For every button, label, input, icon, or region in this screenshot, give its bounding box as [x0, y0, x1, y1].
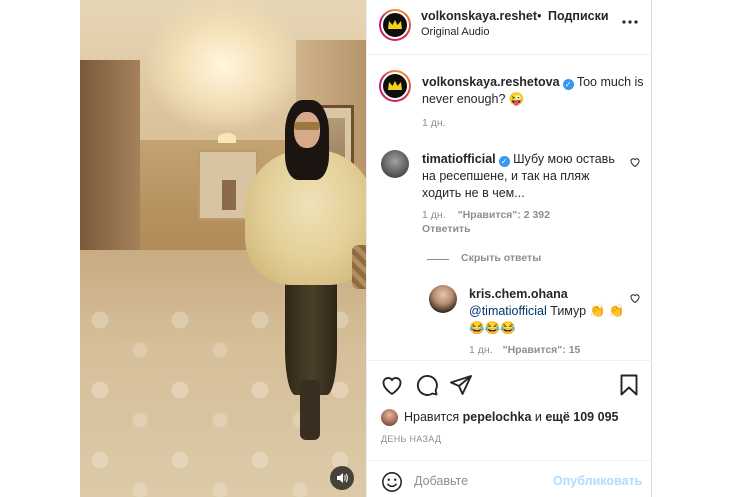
following-button[interactable]: Подписки	[548, 9, 609, 23]
likes-row: Нравится pepelochka и ещё 109 095	[381, 408, 618, 426]
liker-username[interactable]: pepelochka	[463, 410, 532, 424]
add-comment-bar: Опубликовать	[367, 460, 652, 497]
sound-toggle-button[interactable]	[330, 466, 354, 490]
replies-divider	[427, 259, 449, 260]
reply-meta: 1 дн. "Нравится": 15	[469, 344, 590, 356]
video-door	[222, 180, 236, 210]
page-right-margin	[652, 0, 730, 497]
comment-username[interactable]: timatiofficial	[422, 152, 496, 166]
save-icon[interactable]	[617, 373, 641, 397]
comment-likes[interactable]: "Нравится": 2 392	[458, 209, 550, 221]
likes-middle: и	[531, 410, 546, 424]
comment: timatiofficial ✓ Шубу мою оставь на ресеп…	[422, 151, 622, 202]
heart-icon[interactable]	[629, 292, 641, 304]
comments-section[interactable]: volkonskaya.reshetova ✓ Too much is never…	[367, 56, 652, 360]
likes-text[interactable]: Нравится pepelochka и ещё 109 095	[404, 410, 618, 424]
comment-meta: 1 дн. "Нравится": 2 392	[422, 209, 562, 221]
header-username[interactable]: volkonskaya.reshetova	[421, 9, 537, 23]
reply-time[interactable]: 1 дн.	[469, 344, 493, 356]
caption-username[interactable]: volkonskaya.reshetova	[422, 75, 560, 89]
author-avatar[interactable]	[379, 9, 411, 41]
liker-avatar[interactable]	[381, 408, 398, 426]
header-separator: •	[537, 8, 542, 23]
video-wall-left	[80, 60, 140, 270]
more-icon	[622, 20, 638, 24]
reply-username[interactable]: kris.chem.ohana	[469, 287, 568, 301]
reply-comment: kris.chem.ohana @timatiofficial Тимур 👏 …	[469, 286, 629, 337]
reply-likes[interactable]: "Нравится": 15	[503, 344, 581, 356]
verified-icon: ✓	[498, 156, 510, 167]
action-bar	[367, 360, 652, 410]
heart-icon[interactable]	[629, 156, 641, 168]
video-figure-glasses	[294, 122, 320, 130]
video-player[interactable]	[80, 0, 366, 497]
audio-link[interactable]: Original Audio	[421, 26, 490, 38]
post-header: volkonskaya.reshetova • Подписки Origina…	[367, 0, 652, 55]
likes-prefix: Нравится	[404, 410, 463, 424]
verified-icon: ✓	[562, 79, 574, 90]
post-panel: volkonskaya.reshetova • Подписки Origina…	[366, 0, 652, 497]
sound-icon	[337, 473, 348, 483]
video-lamp	[218, 133, 236, 143]
caption-avatar[interactable]	[379, 70, 411, 102]
comment-avatar[interactable]	[381, 150, 409, 178]
crown-logo-icon	[388, 20, 402, 29]
video-figure-bag	[352, 245, 366, 289]
likes-count[interactable]: ещё 109 095	[545, 410, 618, 424]
post-date[interactable]: ДЕНЬ НАЗАД	[381, 434, 441, 444]
caption: volkonskaya.reshetova ✓ Too much is never…	[422, 74, 644, 108]
reply-button[interactable]: Ответить	[422, 223, 471, 235]
video-figure-leg	[300, 380, 320, 440]
comment-input[interactable]	[414, 469, 574, 493]
comment-time[interactable]: 1 дн.	[422, 209, 446, 221]
share-icon[interactable]	[449, 373, 473, 397]
heart-icon[interactable]	[380, 373, 404, 397]
emoji-icon[interactable]	[381, 471, 403, 493]
more-options-button[interactable]	[621, 13, 639, 31]
publish-button[interactable]: Опубликовать	[553, 474, 642, 488]
video-ceiling-light	[148, 0, 298, 130]
comment-icon[interactable]	[415, 373, 439, 397]
video-figure-face	[294, 112, 320, 148]
caption-time[interactable]: 1 дн.	[422, 117, 446, 129]
hide-replies-button[interactable]: Скрыть ответы	[461, 252, 541, 264]
crown-logo-icon	[388, 81, 402, 90]
reply-mention[interactable]: @timatiofficial	[469, 304, 547, 318]
reply-avatar[interactable]	[429, 285, 457, 313]
